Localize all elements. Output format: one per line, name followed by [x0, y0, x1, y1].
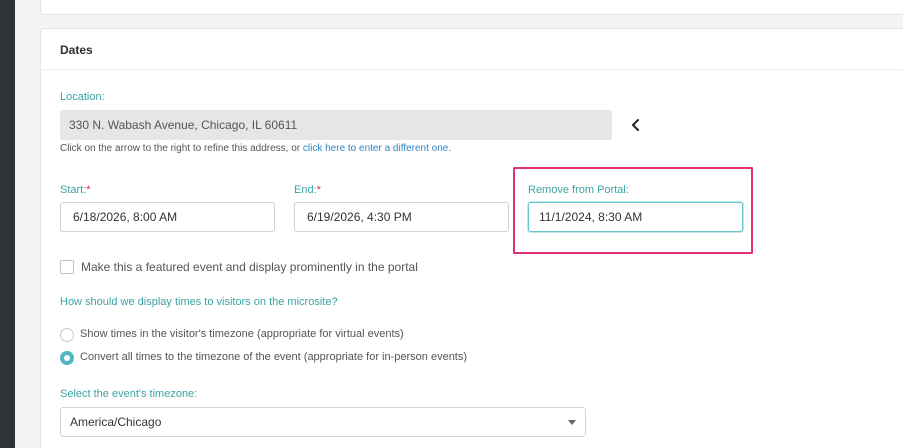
- enter-different-address-link[interactable]: click here to enter a different one.: [303, 143, 451, 154]
- end-required-marker: *: [316, 184, 321, 196]
- featured-event-checkbox[interactable]: [60, 260, 74, 274]
- start-label: Start:*: [60, 184, 91, 196]
- start-required-marker: *: [86, 184, 91, 196]
- start-datetime-input[interactable]: 6/18/2026, 8:00 AM: [60, 202, 275, 232]
- radio-event-timezone-label: Convert all times to the timezone of the…: [80, 351, 468, 363]
- end-datetime-input[interactable]: 6/19/2026, 4:30 PM: [294, 202, 509, 232]
- dates-section: Dates Location: 330 N. Wabash Avenue, Ch…: [40, 28, 903, 448]
- remove-from-portal-label: Remove from Portal:: [528, 184, 629, 196]
- timezone-select[interactable]: America/Chicago: [60, 407, 586, 437]
- display-times-question: How should we display times to visitors …: [60, 296, 338, 308]
- caret-down-icon: [568, 420, 576, 425]
- start-label-text: Start:: [60, 184, 87, 196]
- section-title: Dates: [60, 43, 93, 57]
- radio-visitor-timezone[interactable]: [60, 328, 74, 342]
- left-sidebar-rail: [0, 0, 15, 448]
- chevron-left-icon[interactable]: [629, 118, 643, 132]
- radio-visitor-timezone-label: Show times in the visitor's timezone (ap…: [80, 328, 404, 340]
- location-address-field[interactable]: 330 N. Wabash Avenue, Chicago, IL 60611: [60, 110, 612, 140]
- location-label: Location:: [60, 91, 105, 103]
- remove-from-portal-input[interactable]: 11/1/2024, 8:30 AM: [528, 202, 743, 232]
- end-label-text: End:: [294, 184, 317, 196]
- featured-event-label: Make this a featured event and display p…: [81, 260, 418, 274]
- radio-event-timezone[interactable]: [60, 351, 74, 365]
- end-label: End:*: [294, 184, 321, 196]
- timezone-selected-value: America/Chicago: [70, 415, 162, 429]
- location-hint-text: Click on the arrow to the right to refin…: [60, 143, 303, 154]
- previous-section-card: [40, 0, 903, 15]
- location-hint: Click on the arrow to the right to refin…: [60, 143, 451, 154]
- timezone-label: Select the event's timezone:: [60, 388, 198, 400]
- section-header: Dates: [41, 29, 903, 70]
